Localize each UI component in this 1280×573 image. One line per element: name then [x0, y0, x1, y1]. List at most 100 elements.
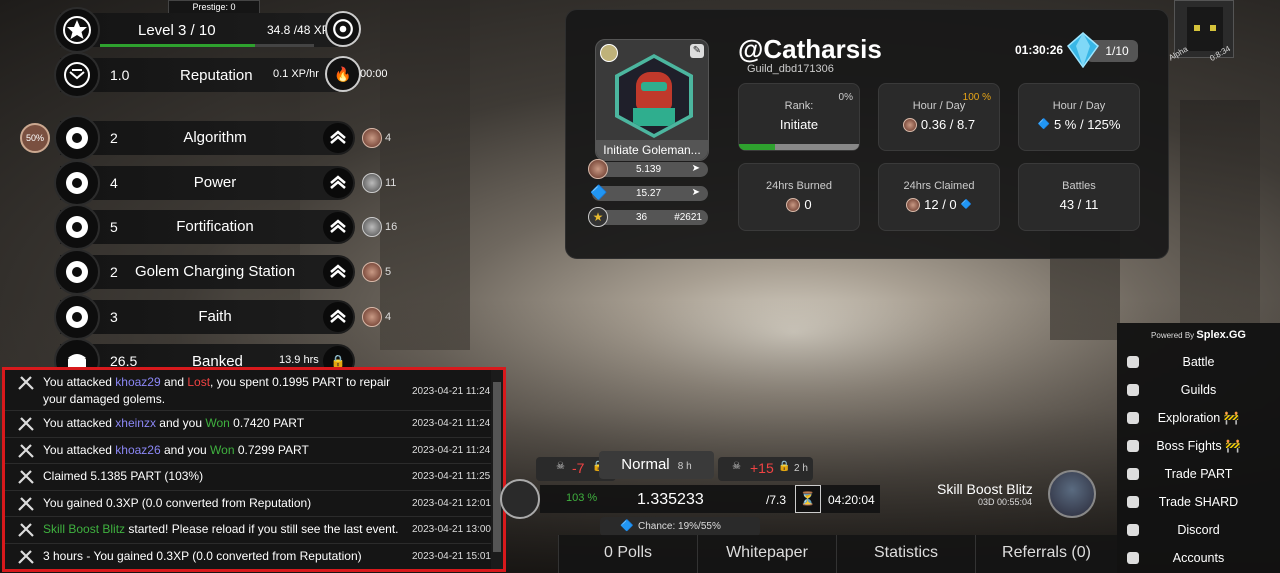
- log-text-part: 3 hours - You gained 0.3XP (0.0 converte…: [43, 548, 362, 563]
- claimed-value: 12 / 0: [924, 197, 957, 212]
- upgrade-cost: 5: [362, 262, 391, 282]
- shard-icon: 🔷: [1037, 119, 1050, 130]
- log-scrollbar-thumb[interactable]: [493, 382, 501, 552]
- log-entry: You attacked khoaz26 and you Won 0.7299 …: [5, 438, 503, 464]
- menu-item[interactable]: Boss Fights 🚧: [1117, 432, 1280, 460]
- part-balance-bar: 5.139 ➤: [588, 159, 708, 179]
- golem-face-icon: [1187, 7, 1223, 51]
- send-part-button[interactable]: ➤: [692, 163, 700, 174]
- part-coin-icon: [362, 128, 382, 148]
- shard-hour-day-label: Hour / Day: [1052, 100, 1106, 112]
- send-shard-button[interactable]: ➤: [692, 187, 700, 198]
- construction-icon: 🚧: [1225, 439, 1241, 453]
- reputation-fire-button[interactable]: 🔥: [325, 56, 361, 92]
- battle-emblem-icon[interactable]: [500, 479, 540, 519]
- log-entry: Claimed 5.1385 PART (103%) 2023-04-21 11:…: [5, 464, 503, 491]
- upgrade-button[interactable]: [323, 257, 353, 287]
- level-label: Level 3 / 10: [138, 22, 216, 39]
- swords-icon: [18, 417, 34, 431]
- stat-row: 3 Faith: [54, 294, 355, 340]
- log-text-part[interactable]: xheinzx: [115, 416, 156, 430]
- menu-item[interactable]: Exploration 🚧: [1117, 404, 1280, 432]
- profile-card: ✎ Initiate Goleman... 5.139 ➤ 🔷 15.27 ➤ …: [565, 9, 1169, 259]
- burned-value: 0: [804, 197, 812, 212]
- part-coin-icon: [786, 197, 801, 212]
- log-text-part[interactable]: khoaz29: [115, 375, 160, 389]
- nav-tab[interactable]: 0 Polls: [558, 535, 697, 573]
- nav-tab[interactable]: Whitepaper: [697, 535, 836, 573]
- rank-progress-bar: [739, 144, 859, 150]
- shard-icon: 🔷: [620, 520, 634, 532]
- crystal-icon: [1066, 32, 1100, 68]
- upgrade-button[interactable]: [323, 123, 353, 153]
- prestige-label: Prestige: 0: [168, 0, 260, 14]
- swords-icon: [18, 443, 34, 458]
- stat-row: 2 Algorithm: [54, 115, 355, 161]
- right-modifier-tile[interactable]: ☠ +15 🔒 2 h: [718, 457, 813, 481]
- battle-value: 1.335233: [637, 491, 704, 508]
- log-text-part: and you: [155, 416, 206, 431]
- stat-row: 4 Power: [54, 160, 355, 206]
- lock-icon: 🔒: [778, 461, 791, 472]
- battle-divisor: /7.3: [766, 493, 787, 507]
- avatar[interactable]: ✎ Initiate Goleman...: [595, 39, 709, 161]
- battle-mode-selector[interactable]: Normal 8 h: [599, 451, 714, 479]
- prestige-button[interactable]: [325, 11, 361, 47]
- reputation-name: Reputation: [180, 67, 253, 84]
- rank-tile: 0% Rank: Initiate: [738, 83, 860, 151]
- edit-icon[interactable]: ✎: [690, 44, 704, 58]
- part-coin-icon: [588, 159, 608, 179]
- chevron-up-icon: [330, 175, 346, 189]
- burned-tile: 24hrs Burned 0: [738, 163, 860, 231]
- hourglass-button[interactable]: ⏳: [795, 485, 821, 513]
- menu-item[interactable]: Trade PART: [1117, 460, 1280, 488]
- log-text: You attacked khoaz29 and Lost, you spent…: [43, 374, 403, 408]
- part-balance: 5.139: [636, 164, 662, 175]
- menu-item[interactable]: Battle: [1117, 348, 1280, 376]
- log-text-part: You attacked: [43, 442, 116, 457]
- log-text-part[interactable]: khoaz26: [115, 443, 160, 457]
- mountain-icon: [1127, 412, 1139, 424]
- upgrade-cost: 4: [362, 307, 391, 327]
- upgrade-button[interactable]: [323, 302, 353, 332]
- claim-icon: [18, 470, 34, 484]
- log-text: You gained 0.3XP (0.0 converted from Rep…: [43, 495, 403, 512]
- menu-item[interactable]: Discord: [1117, 516, 1280, 544]
- boost-avatar[interactable]: [1048, 470, 1096, 518]
- nav-tab[interactable]: Referrals (0): [975, 535, 1117, 573]
- upgrade-button[interactable]: [323, 212, 353, 242]
- log-text-part: Won: [205, 416, 230, 431]
- log-text-part: You gained 0.3XP (0.0 converted from Rep…: [43, 495, 312, 510]
- nav-tab[interactable]: Statistics: [836, 535, 975, 573]
- guild-emblem-icon: [600, 44, 618, 62]
- menu-item[interactable]: Trade SHARD: [1117, 488, 1280, 516]
- upgrade-cost: 16: [362, 217, 397, 237]
- accounts-icon: [1127, 552, 1139, 564]
- log-text-part: started! Please reload if you still see …: [125, 522, 399, 537]
- menu-item[interactable]: Accounts: [1117, 544, 1280, 572]
- event-log[interactable]: You attacked khoaz29 and Lost, you spent…: [2, 367, 506, 572]
- log-text-part: Lost: [187, 375, 211, 389]
- log-text-part: Won: [210, 442, 235, 457]
- log-entry: Skill Boost Blitz started! Please reload…: [5, 517, 503, 544]
- boost-icon: [18, 523, 34, 537]
- boost-title: Skill Boost Blitz: [937, 481, 1033, 497]
- battles-label: Battles: [1062, 180, 1096, 192]
- chevron-up-icon: [330, 309, 346, 323]
- chance-bar: 🔷 Chance: 19%/55%: [600, 517, 760, 536]
- upgrade-button[interactable]: [323, 168, 353, 198]
- rank-star-icon: ★: [588, 207, 608, 227]
- log-text-part: and you: [160, 442, 211, 457]
- shard-icon: [1127, 496, 1139, 508]
- golem-icon: ☠: [732, 461, 741, 472]
- shard-hour-day-tile: Hour / Day 🔷 5 % / 125%: [1018, 83, 1140, 151]
- rank-progress-fill: [739, 144, 775, 150]
- guild-name[interactable]: Guild_dbd171306: [747, 63, 834, 75]
- menu-item[interactable]: Guilds: [1117, 376, 1280, 404]
- level-progress-bar: [100, 44, 314, 47]
- log-scrollbar[interactable]: [491, 370, 503, 569]
- boost-time: 03D 00:55:04: [978, 497, 1033, 507]
- log-text: You attacked xheinzx and you Won 0.7420 …: [43, 415, 403, 432]
- log-text: Claimed 5.1385 PART (103%): [43, 468, 403, 485]
- log-text-part: and: [160, 375, 188, 389]
